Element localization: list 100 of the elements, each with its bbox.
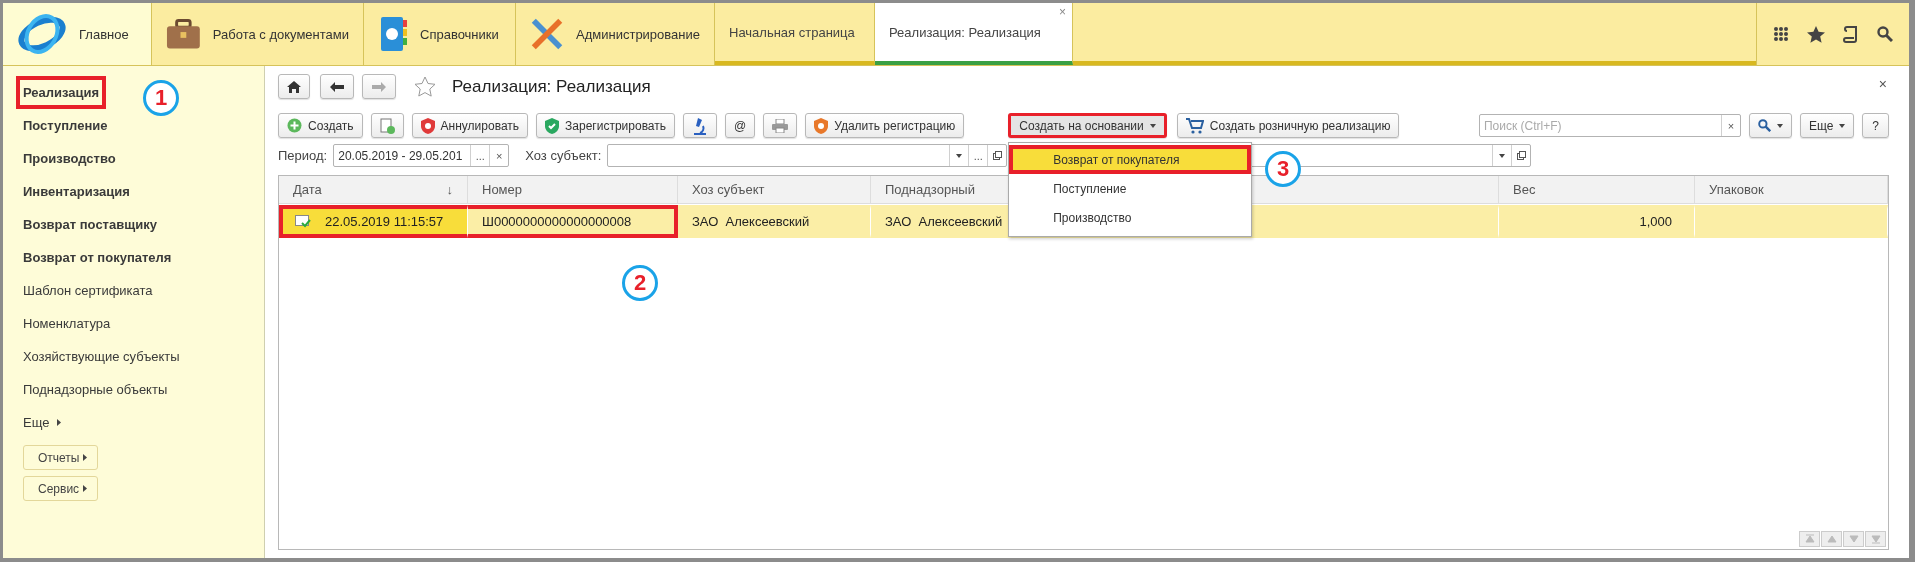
column-header[interactable]: Хоз субъект bbox=[678, 176, 871, 203]
header-label: Упаковок bbox=[1709, 182, 1764, 197]
caret-icon bbox=[1839, 123, 1846, 128]
scroll-button[interactable] bbox=[1865, 531, 1886, 547]
header-label: Поднадзорный bbox=[885, 182, 975, 197]
header-label: Номер bbox=[482, 182, 522, 197]
icon-button[interactable] bbox=[763, 113, 798, 138]
close-icon[interactable]: × bbox=[1878, 76, 1887, 92]
header-label: Вес bbox=[1513, 182, 1536, 197]
briefcase-icon bbox=[166, 18, 201, 50]
subject-label: Хоз субъект: bbox=[525, 148, 602, 163]
sidebar-link[interactable]: Поступление bbox=[16, 109, 115, 142]
more-link[interactable]: Еще bbox=[16, 406, 69, 439]
forward-button[interactable] bbox=[362, 74, 396, 99]
tab-label: Начальная страница bbox=[729, 24, 855, 40]
toolbar-button[interactable]: Создать bbox=[278, 113, 363, 138]
dropdown-button[interactable]: Создать на основании bbox=[1008, 113, 1167, 138]
sidebar-link[interactable]: Инвентаризация bbox=[16, 175, 137, 208]
arrow-right-icon bbox=[372, 81, 386, 92]
column-header[interactable]: Поднадзорный bbox=[871, 176, 1011, 203]
table-cell: ЗАО Алексеевский bbox=[871, 205, 1011, 238]
section-label: Главное bbox=[79, 26, 129, 42]
shield-icon bbox=[814, 117, 829, 134]
sidebar-link[interactable]: Реализация bbox=[16, 76, 107, 109]
scroll-button[interactable] bbox=[1799, 531, 1820, 547]
star-icon bbox=[414, 76, 436, 97]
cart-icon bbox=[1185, 117, 1204, 134]
home-icon bbox=[287, 80, 301, 93]
sidebar-link[interactable]: Поднадзорные объекты bbox=[16, 373, 175, 406]
close-icon[interactable]: × bbox=[1059, 5, 1066, 19]
subject-field[interactable]: ... bbox=[607, 144, 1008, 167]
arrow-left-icon bbox=[330, 81, 344, 92]
toolbar-button[interactable]: Зарегистрировать bbox=[536, 113, 676, 138]
sidebar-link[interactable]: Хозяйствующие субъекты bbox=[16, 340, 187, 373]
page-tab[interactable]: Начальная страница bbox=[715, 3, 875, 65]
column-header[interactable]: Упаковок bbox=[1695, 176, 1888, 203]
sidebar-link[interactable]: Производство bbox=[16, 142, 123, 175]
sidebar-link[interactable]: Номенклатура bbox=[16, 307, 118, 340]
menu-item[interactable]: Производство bbox=[1009, 203, 1252, 232]
table-cell: 1,000 bbox=[1499, 205, 1695, 238]
tab-label: Реализация: Реализация bbox=[889, 24, 1041, 40]
history-icon bbox=[1843, 25, 1859, 43]
sidebar-link[interactable]: Возврат поставщику bbox=[16, 208, 164, 241]
search-icon bbox=[1877, 26, 1893, 42]
help-button[interactable]: ? bbox=[1862, 113, 1889, 138]
back-button[interactable] bbox=[320, 74, 354, 99]
scroll-arrow-icon bbox=[1870, 534, 1881, 544]
scroll-arrow-icon bbox=[1804, 534, 1815, 544]
toolbar-button[interactable]: Аннулировать bbox=[411, 113, 529, 138]
menu-item[interactable]: Поступление bbox=[1009, 174, 1252, 203]
menu-item[interactable]: Возврат от покупателя bbox=[1009, 145, 1252, 174]
caret-icon bbox=[57, 419, 62, 426]
header-label: Хоз субъект bbox=[692, 182, 765, 197]
period-label: Период: bbox=[278, 148, 328, 163]
toolbar-button[interactable]: Удалить регистрацию bbox=[805, 113, 965, 138]
scroll-button[interactable] bbox=[1821, 531, 1842, 547]
caret-icon bbox=[956, 153, 963, 158]
more-button[interactable]: Еще bbox=[1799, 113, 1855, 138]
caret-icon bbox=[1149, 123, 1156, 128]
scroll-button[interactable] bbox=[1843, 531, 1864, 547]
open-icon bbox=[1516, 151, 1526, 160]
sidebar-link[interactable]: Возврат от покупателя bbox=[16, 241, 179, 274]
microscope-icon bbox=[692, 116, 709, 135]
page-tab[interactable]: Реализация: Реализация × bbox=[875, 3, 1073, 65]
scroll-arrow-icon bbox=[1826, 534, 1837, 544]
step-marker: 2 bbox=[622, 265, 658, 301]
scroll-arrow-icon bbox=[1848, 534, 1859, 544]
table-cell: Ш0000000000000000008 bbox=[468, 205, 678, 238]
sort-icon: ↓ bbox=[446, 182, 453, 197]
sidebar-link[interactable]: Шаблон сертификата bbox=[16, 274, 160, 307]
tools-icon bbox=[530, 16, 565, 52]
printer-icon bbox=[772, 118, 789, 133]
form-title: Реализация: Реализация bbox=[452, 76, 651, 97]
section-label: Администрирование bbox=[576, 26, 700, 42]
column-header[interactable]: Дата ↓ bbox=[279, 176, 468, 203]
home-button[interactable] bbox=[278, 74, 310, 99]
icon-button[interactable] bbox=[370, 113, 404, 138]
shield-icon bbox=[420, 117, 435, 134]
sidebar-button[interactable]: Сервис bbox=[23, 476, 99, 501]
grid-icon bbox=[1773, 26, 1789, 42]
document-add-icon bbox=[379, 117, 395, 134]
icon-button[interactable] bbox=[683, 113, 718, 138]
caret-icon bbox=[1499, 153, 1506, 158]
period-field[interactable]: 20.05.2019 - 29.05.201 ... × bbox=[333, 144, 510, 167]
search-field[interactable]: Поиск (Ctrl+F) × bbox=[1478, 114, 1741, 137]
plus-icon bbox=[287, 118, 302, 133]
sidebar-button[interactable]: Отчеты bbox=[23, 445, 99, 470]
star-icon bbox=[1807, 25, 1825, 43]
toolbar-button[interactable]: Создать розничную реализацию bbox=[1176, 113, 1400, 138]
search-button[interactable] bbox=[1748, 113, 1792, 138]
section-item[interactable]: Главное bbox=[3, 3, 152, 65]
column-header[interactable]: Номер bbox=[468, 176, 678, 203]
caret-icon bbox=[83, 485, 88, 492]
shield-icon bbox=[545, 117, 560, 134]
logo-icon bbox=[17, 12, 67, 56]
table-cell: ЗАО Алексеевский bbox=[678, 205, 871, 238]
column-header[interactable]: Вес bbox=[1499, 176, 1695, 203]
open-icon bbox=[992, 151, 1002, 160]
caret-icon bbox=[83, 454, 88, 461]
toolbar-button[interactable]: @ bbox=[725, 113, 756, 138]
